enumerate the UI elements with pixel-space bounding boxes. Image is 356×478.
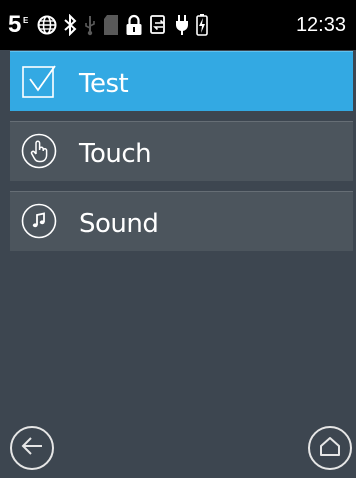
sync-icon: [149, 14, 169, 36]
menu-item-label: Sound: [79, 209, 159, 239]
main-menu: Test Touch Sound: [10, 51, 353, 261]
menu-item-test[interactable]: Test: [10, 51, 353, 111]
back-arrow-icon: [21, 436, 43, 460]
home-button[interactable]: [308, 426, 352, 470]
menu-item-label: Test: [79, 69, 129, 99]
home-icon: [319, 436, 341, 461]
clock: 12:33: [295, 14, 346, 36]
menu-item-touch[interactable]: Touch: [10, 121, 353, 181]
status-icons: 5E: [8, 9, 215, 41]
globe-icon: [37, 15, 57, 35]
lock-icon: [125, 14, 143, 36]
power-plug-icon: [175, 14, 189, 36]
sd-card-icon: [103, 14, 119, 36]
battery-icon: [195, 13, 209, 37]
touch-hand-icon: [21, 133, 57, 169]
usb-icon: [83, 14, 97, 36]
music-note-icon: [21, 203, 57, 239]
checkbox-icon: [21, 63, 57, 99]
network-5e-icon: 5E: [8, 11, 29, 38]
menu-item-sound[interactable]: Sound: [10, 191, 353, 251]
status-bar: 5E 12:33: [0, 0, 356, 50]
menu-item-label: Touch: [79, 139, 152, 169]
back-button[interactable]: [10, 426, 54, 470]
bluetooth-icon: [63, 14, 77, 36]
